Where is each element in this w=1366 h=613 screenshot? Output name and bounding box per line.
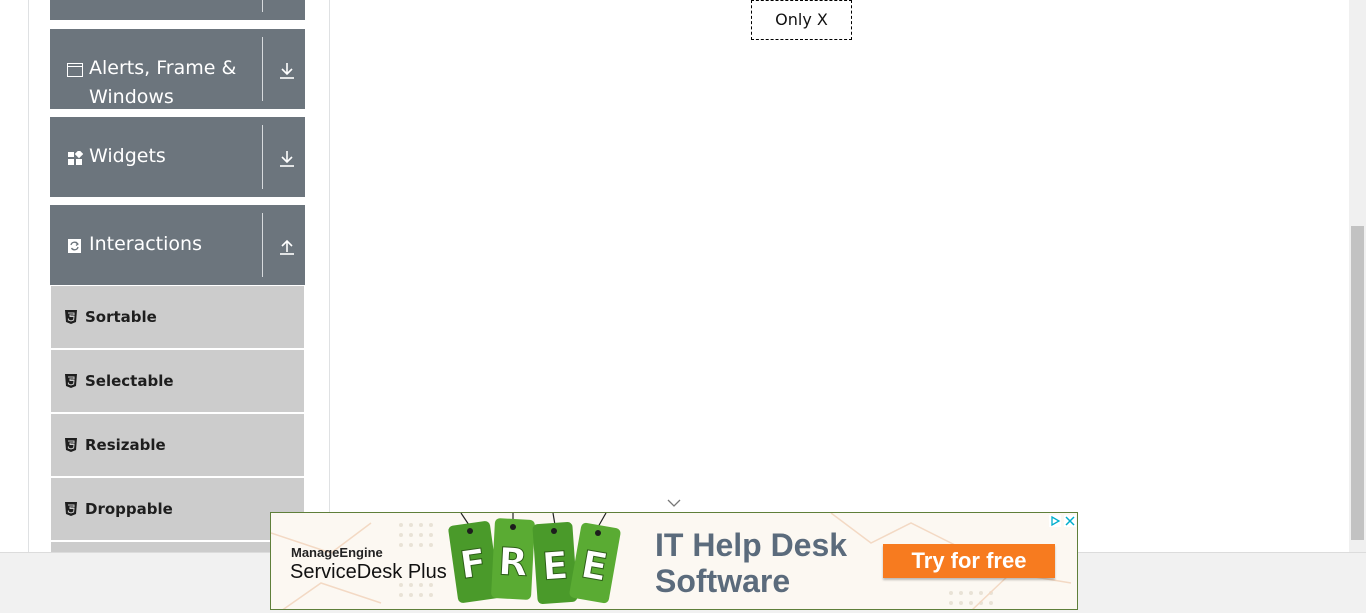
window-icon [67,63,83,77]
ad-headline-line2: Software [655,563,791,599]
ad-headline-line1: IT Help Desk [655,527,848,563]
html5-icon [65,310,77,324]
sidebar-item-sortable[interactable]: Sortable [51,286,304,348]
chevron-down-icon[interactable] [666,498,682,508]
scrollbar-thumb[interactable] [1351,226,1364,540]
sidebar-item-droppable[interactable]: Droppable [51,478,304,540]
sidebar-item-partial[interactable] [51,542,304,552]
sidebar-item-label: Resizable [85,436,166,454]
group-title: Widgets [89,145,166,167]
download-arrow-icon[interactable] [277,148,297,168]
sidebar-group-interactions[interactable]: Interactions [50,205,305,285]
sidebar-group-alerts-frame-windows[interactable]: Alerts, Frame & Windows [50,29,305,109]
close-icon[interactable] [1064,515,1076,527]
group-title: Alerts, Frame & [89,57,237,79]
sidebar-item-label: Selectable [85,372,174,390]
html5-icon [65,502,77,516]
ad-cta-button[interactable]: Try for free [883,544,1055,578]
widgets-icon [68,151,83,165]
interactions-icon [68,239,81,253]
ad-brand-line2: ServiceDesk Plus [290,561,447,583]
sidebar-group-partial[interactable] [50,0,305,20]
html5-icon [65,438,77,452]
download-arrow-icon[interactable] [277,60,297,80]
group-divider [262,37,263,101]
ad-brand-line1: ManageEngine [291,545,383,560]
group-divider [262,213,263,277]
sidebar-item-resizable[interactable]: Resizable [51,414,304,476]
free-tags-graphic: F R E E [448,513,621,604]
sidebar-group-widgets[interactable]: Widgets [50,117,305,197]
upload-arrow-icon[interactable] [277,236,297,256]
draggable-only-x[interactable]: Only X [751,0,852,40]
group-title-line2: Windows [89,86,174,108]
sidebar-item-label: Sortable [85,308,157,326]
tag-letter: R [497,539,529,584]
ad-banner[interactable]: ManageEngine ServiceDesk Plus F R E E IT… [270,512,1078,610]
sidebar-item-selectable[interactable]: Selectable [51,350,304,412]
adchoices-icon[interactable] [1049,515,1061,527]
group-divider [262,125,263,189]
group-title: Interactions [89,233,202,255]
html5-icon [65,374,77,388]
tag-letter: E [541,543,570,589]
group-divider [262,0,263,12]
sidebar-item-label: Droppable [85,500,173,518]
